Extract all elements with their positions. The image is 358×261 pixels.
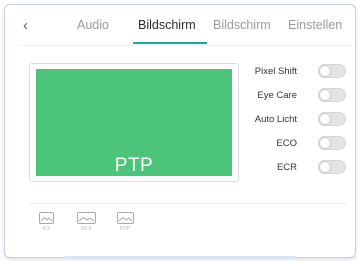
back-button[interactable]: ‹ (23, 15, 39, 37)
active-tab-indicator (133, 42, 207, 44)
bottom-divider (29, 203, 347, 204)
ratio-button-ptp[interactable]: PTP (113, 212, 137, 232)
toggle-knob (320, 114, 330, 124)
setting-label-pixel-shift: Pixel Shift (254, 66, 297, 77)
preview-mode-label: PTP (114, 155, 154, 176)
header-divider (19, 45, 353, 46)
preview-screen: PTP (36, 69, 232, 176)
pixel-shift-toggle[interactable] (318, 64, 346, 78)
auto-licht-toggle[interactable] (318, 112, 346, 126)
ratio-label: 4:3 (42, 226, 50, 232)
toggle-knob (320, 162, 330, 172)
picture-icon (76, 212, 96, 224)
tab-audio[interactable]: Audio (77, 18, 109, 32)
tab-bildschirm[interactable]: Bildschirm (138, 18, 196, 32)
ratio-button-16-9[interactable]: 16:9 (74, 212, 98, 232)
settings-panel: ‹ Audio Bildschirm Bildschirm Einstellen… (4, 4, 356, 259)
ecr-toggle[interactable] (318, 160, 346, 174)
setting-label-ecr: ECR (276, 162, 297, 173)
ratio-label: 16:9 (80, 226, 92, 232)
setting-label-auto-licht: Auto Licht (254, 114, 297, 125)
toggle-knob (320, 66, 330, 76)
eye-care-toggle[interactable] (318, 88, 346, 102)
setting-label-eye-care: Eye Care (257, 90, 297, 101)
picture-icon (38, 212, 54, 224)
ratio-label: PTP (119, 226, 131, 232)
tab-einstellen[interactable]: Einstellen (288, 18, 342, 32)
toggle-knob (320, 138, 330, 148)
eco-toggle[interactable] (318, 136, 346, 150)
toggle-knob (320, 90, 330, 100)
screen-preview: PTP (29, 63, 239, 182)
setting-label-eco: ECO (276, 138, 297, 149)
chevron-left-icon: ‹ (23, 17, 28, 34)
ratio-button-4-3[interactable]: 4:3 (34, 212, 58, 232)
picture-icon (116, 212, 134, 224)
tab-bildschirm-2[interactable]: Bildschirm (213, 18, 271, 32)
